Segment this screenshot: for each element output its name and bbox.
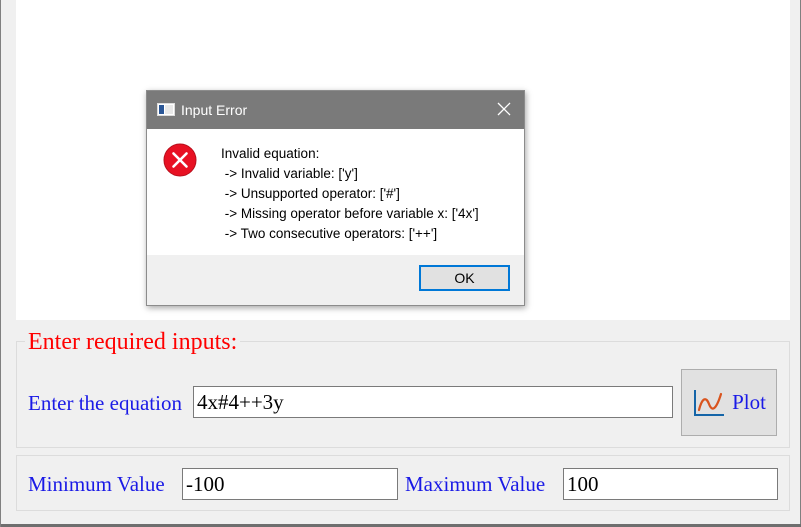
message-line: -> Missing operator before variable x: [… bbox=[221, 206, 479, 221]
line-chart-icon bbox=[694, 389, 725, 416]
message-line: -> Two consecutive operators: ['++'] bbox=[221, 226, 438, 241]
message-line: -> Unsupported operator: ['#'] bbox=[221, 186, 400, 201]
equation-label: Enter the equation bbox=[28, 391, 182, 415]
equation-input[interactable] bbox=[193, 386, 673, 418]
close-icon[interactable] bbox=[496, 101, 512, 117]
error-icon bbox=[163, 143, 197, 177]
max-value-input[interactable] bbox=[563, 468, 778, 500]
dialog-title: Input Error bbox=[181, 102, 248, 118]
dialog-titlebar[interactable]: Input Error bbox=[147, 91, 524, 129]
max-value-label: Maximum Value bbox=[405, 472, 546, 496]
dialog-message: Invalid equation: -> Invalid variable: [… bbox=[221, 144, 479, 244]
ok-button[interactable]: OK bbox=[419, 265, 510, 291]
dialog-body: Invalid equation: -> Invalid variable: [… bbox=[147, 129, 524, 255]
message-line: -> Invalid variable: ['y'] bbox=[221, 166, 358, 181]
input-error-dialog: Input Error Invalid equation: -> Invalid… bbox=[146, 90, 525, 306]
app-window-icon bbox=[157, 103, 175, 116]
inputs-group-title: Enter required inputs: bbox=[25, 327, 241, 357]
plot-button-label: Plot bbox=[732, 390, 766, 414]
plot-button[interactable]: Plot bbox=[681, 369, 777, 436]
min-value-input[interactable] bbox=[182, 468, 398, 500]
min-value-label: Minimum Value bbox=[28, 472, 165, 496]
dialog-footer: OK bbox=[147, 255, 524, 305]
message-line: Invalid equation: bbox=[221, 146, 320, 161]
